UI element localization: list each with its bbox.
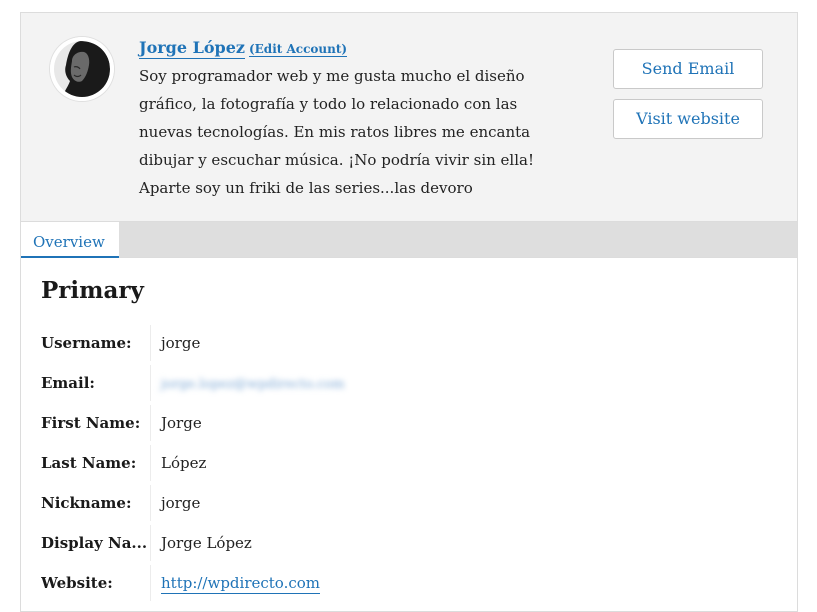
tab-overview[interactable]: Overview (21, 222, 119, 258)
field-divider (150, 485, 151, 521)
last-name-label: Last Name: (41, 454, 137, 472)
profile-card: Jorge López (Edit Account) Soy programado… (20, 12, 798, 612)
first-name-label: First Name: (41, 414, 141, 432)
tab-bar: Overview (21, 222, 797, 258)
field-row-nickname: Nickname: jorge (21, 483, 797, 523)
profile-header: Jorge López (Edit Account) Soy programado… (21, 13, 797, 222)
field-divider (150, 405, 151, 441)
field-divider (150, 325, 151, 361)
profile-fields: Username: jorge Email: jorge.lopez@wpdir… (21, 323, 797, 603)
display-name-value: Jorge López (161, 534, 252, 552)
first-name-value: Jorge (161, 414, 202, 432)
last-name-value: López (161, 454, 207, 472)
visit-website-button[interactable]: Visit website (613, 99, 763, 139)
username-label: Username: (41, 334, 132, 352)
tab-overview-label: Overview (33, 233, 105, 251)
user-avatar[interactable] (50, 37, 114, 101)
display-name-label: Display Na... (41, 534, 148, 552)
field-row-username: Username: jorge (21, 323, 797, 363)
profile-name-link[interactable]: Jorge López (139, 38, 245, 59)
nickname-value: jorge (161, 494, 201, 512)
website-value: http://wpdirecto.com (161, 563, 320, 603)
field-row-email: Email: jorge.lopez@wpdirecto.com (21, 363, 797, 403)
profile-name-line: Jorge López (Edit Account) (139, 38, 348, 59)
field-row-first-name: First Name: Jorge (21, 403, 797, 443)
field-row-last-name: Last Name: López (21, 443, 797, 483)
website-label: Website: (41, 574, 113, 592)
active-tab-indicator (21, 256, 119, 258)
profile-bio: Soy programador web y me gusta mucho el … (139, 67, 534, 197)
field-row-display-name: Display Na... Jorge López (21, 523, 797, 563)
field-divider (150, 565, 151, 601)
email-value-blurred[interactable]: jorge.lopez@wpdirecto.com (161, 377, 345, 392)
username-value: jorge (161, 334, 201, 352)
field-divider (150, 365, 151, 401)
field-row-website: Website: http://wpdirecto.com (21, 563, 797, 603)
send-email-button[interactable]: Send Email (613, 49, 763, 89)
field-divider (150, 445, 151, 481)
website-link[interactable]: http://wpdirecto.com (161, 573, 320, 594)
nickname-label: Nickname: (41, 494, 132, 512)
edit-account-link[interactable]: (Edit Account) (248, 42, 348, 57)
field-divider (150, 525, 151, 561)
email-label: Email: (41, 374, 95, 392)
section-title: Primary (41, 277, 144, 304)
email-value: jorge.lopez@wpdirecto.com (161, 363, 345, 403)
user-avatar-photo-icon (50, 37, 114, 101)
